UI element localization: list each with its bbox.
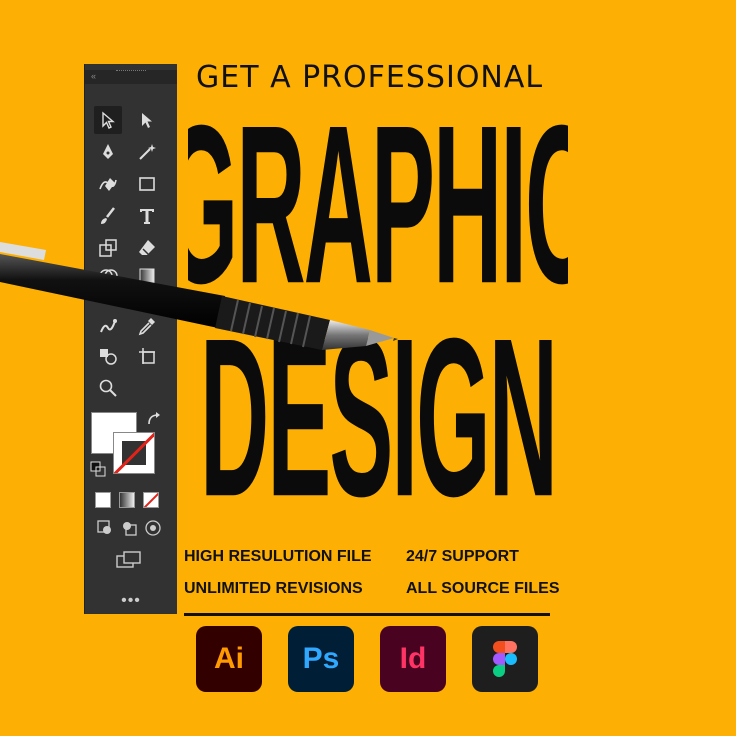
- type-tool-icon[interactable]: [135, 204, 159, 228]
- feature-item: UNLIMITED REVISIONS: [184, 580, 363, 597]
- pen-tool-icon[interactable]: [96, 140, 120, 164]
- swap-colors-icon[interactable]: [143, 408, 167, 432]
- selection-tool-icon[interactable]: [96, 108, 120, 132]
- draw-behind-icon[interactable]: [117, 516, 141, 540]
- illustrator-icon: Ai: [196, 626, 262, 692]
- screen-mode-icon[interactable]: [111, 548, 147, 572]
- feature-list: HIGH RESULUTION FILE 24/7 SUPPORT UNLIMI…: [184, 548, 574, 598]
- app-icon-row: Ai Ps Id: [196, 626, 538, 692]
- tagline: GET A PROFESSIONAL: [196, 60, 544, 95]
- feature-item: ALL SOURCE FILES: [406, 580, 560, 597]
- panel-grip[interactable]: [116, 70, 146, 74]
- draw-normal-icon[interactable]: [93, 516, 117, 540]
- color-mode-icon[interactable]: [95, 492, 111, 508]
- brush-tool-icon[interactable]: [96, 204, 120, 228]
- feature-item: 24/7 SUPPORT: [406, 548, 519, 565]
- default-colors-icon[interactable]: [87, 458, 111, 482]
- direct-selection-tool-icon[interactable]: [135, 108, 159, 132]
- photoshop-icon: Ps: [288, 626, 354, 692]
- collapse-icon[interactable]: «: [91, 71, 96, 81]
- curvature-tool-icon[interactable]: [96, 172, 120, 196]
- figma-icon: [472, 626, 538, 692]
- zoom-tool-icon[interactable]: [96, 376, 120, 400]
- panel-header[interactable]: «: [85, 70, 177, 84]
- stroke-color-swatch[interactable]: [113, 432, 155, 474]
- rectangle-tool-icon[interactable]: [135, 172, 159, 196]
- more-tools-icon[interactable]: •••: [85, 592, 177, 610]
- divider: [184, 613, 550, 616]
- feature-item: HIGH RESULUTION FILE: [184, 548, 372, 565]
- draw-inside-icon[interactable]: [141, 516, 165, 540]
- indesign-icon: Id: [380, 626, 446, 692]
- none-mode-icon[interactable]: [143, 492, 159, 508]
- gradient-mode-icon[interactable]: [119, 492, 135, 508]
- magic-wand-icon[interactable]: [135, 140, 159, 164]
- pen-illustration: [0, 242, 398, 350]
